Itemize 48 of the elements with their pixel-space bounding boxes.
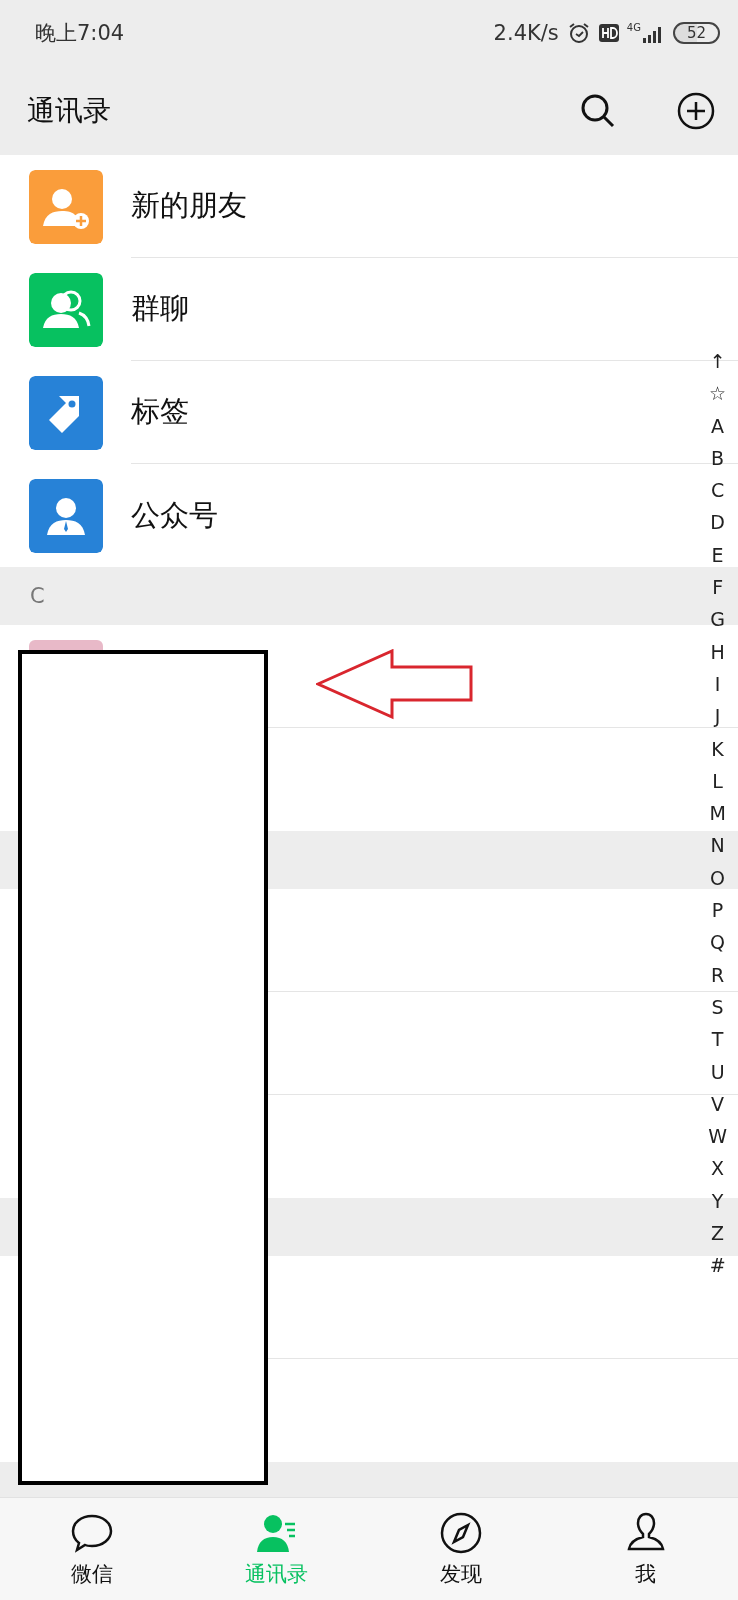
index-letter[interactable]: O xyxy=(710,861,726,895)
index-letter[interactable]: N xyxy=(710,829,725,862)
index-letter[interactable]: X xyxy=(711,1152,725,1185)
tab-button[interactable]: 我 xyxy=(553,1498,738,1600)
index-letter[interactable]: R xyxy=(711,958,725,991)
entry-label[interactable]: 新的朋友 xyxy=(131,186,247,226)
index-letter[interactable]: M xyxy=(709,797,726,830)
index-letter[interactable]: Q xyxy=(710,926,726,959)
index-letter[interactable]: V xyxy=(711,1087,725,1121)
index-letter[interactable]: J xyxy=(714,700,721,733)
index-letter[interactable]: ☆ xyxy=(709,377,727,410)
index-letter[interactable]: ↑ xyxy=(709,345,726,378)
index-letter[interactable]: Y xyxy=(711,1184,724,1217)
tab-button[interactable]: 微信 xyxy=(0,1498,185,1600)
index-letter[interactable]: K xyxy=(711,732,724,765)
index-letter[interactable]: Z xyxy=(711,1217,725,1250)
index-letter[interactable]: U xyxy=(710,1055,725,1088)
battery-indicator: 52 xyxy=(672,22,720,44)
index-letter[interactable]: A xyxy=(711,409,725,442)
tab-button[interactable]: 发现 xyxy=(369,1498,554,1600)
index-letter[interactable]: W xyxy=(708,1120,727,1153)
page-title: 通讯录 xyxy=(27,92,112,129)
tag-icon xyxy=(29,375,103,450)
index-letter[interactable]: H xyxy=(710,635,725,668)
index-letter[interactable]: I xyxy=(714,667,721,701)
entry-label[interactable]: 公众号 xyxy=(131,495,218,536)
network-speed: 2.4K/s xyxy=(493,21,559,45)
index-letter[interactable]: D xyxy=(710,506,725,539)
person-add-icon xyxy=(29,169,103,244)
index-letter[interactable]: G xyxy=(710,603,725,636)
index-letter[interactable]: B xyxy=(711,441,725,475)
status-time: 晚上7:04 xyxy=(35,20,126,47)
entry-label[interactable]: 群聊 xyxy=(131,289,189,329)
add-button[interactable] xyxy=(676,90,716,131)
person-icon xyxy=(29,478,103,553)
people-icon xyxy=(29,272,103,347)
index-letter[interactable]: # xyxy=(709,1249,726,1282)
index-letter[interactable]: F xyxy=(712,571,724,604)
plus-circle-icon xyxy=(676,90,716,131)
entry-label[interactable]: 标签 xyxy=(131,392,189,432)
index-letter[interactable]: T xyxy=(711,1023,724,1056)
index-letter[interactable]: S xyxy=(711,990,724,1024)
hd-icon xyxy=(598,24,619,42)
network-type: 4G xyxy=(626,23,641,33)
index-letter[interactable]: E xyxy=(711,538,724,572)
index-letter[interactable]: P xyxy=(711,894,724,927)
index-letter[interactable]: C xyxy=(710,474,725,507)
index-letter[interactable]: L xyxy=(712,764,723,798)
